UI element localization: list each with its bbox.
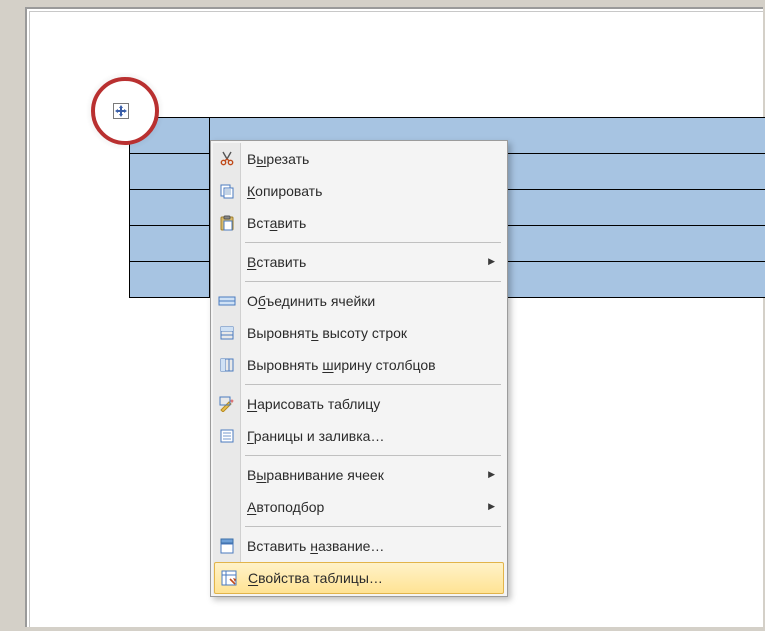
- cut-icon: [217, 149, 237, 169]
- menu-separator: [245, 384, 501, 385]
- draw-icon: [217, 394, 237, 414]
- menu-item-label: Границы и заливка…: [247, 428, 384, 444]
- menu-item-label: Автоподбор: [247, 499, 324, 515]
- menu-item-copy[interactable]: Копировать: [213, 175, 505, 207]
- menu-item-merge[interactable]: Объединить ячейки: [213, 285, 505, 317]
- table-move-handle[interactable]: [113, 103, 129, 119]
- document-page: Вырезать Копировать Вставить Вставить Объеди…: [25, 7, 763, 627]
- blank-icon: [217, 252, 237, 272]
- menu-item-caption[interactable]: Вставить название…: [213, 530, 505, 562]
- menu-separator: [245, 455, 501, 456]
- table-context-menu: Вырезать Копировать Вставить Вставить Объеди…: [210, 140, 508, 597]
- menu-item-insert[interactable]: Вставить: [213, 246, 505, 278]
- menu-item-label: Копировать: [247, 183, 322, 199]
- menu-item-dist-rows[interactable]: Выровнять высоту строк: [213, 317, 505, 349]
- borders-icon: [217, 426, 237, 446]
- blank-icon: [217, 465, 237, 485]
- menu-item-properties[interactable]: Свойства таблицы…: [214, 562, 504, 594]
- move-arrows-icon: [115, 105, 127, 117]
- copy-icon: [217, 181, 237, 201]
- dist-cols-icon: [217, 355, 237, 375]
- paste-icon: [217, 213, 237, 233]
- menu-item-paste[interactable]: Вставить: [213, 207, 505, 239]
- caption-icon: [217, 536, 237, 556]
- menu-item-label: Вставить: [247, 254, 306, 270]
- menu-separator: [245, 242, 501, 243]
- dist-rows-icon: [217, 323, 237, 343]
- menu-separator: [245, 526, 501, 527]
- menu-item-label: Выравнивание ячеек: [247, 467, 384, 483]
- menu-item-label: Нарисовать таблицу: [247, 396, 380, 412]
- properties-icon: [219, 568, 239, 588]
- blank-icon: [217, 497, 237, 517]
- menu-item-label: Выровнять высоту строк: [247, 325, 407, 341]
- menu-item-borders[interactable]: Границы и заливка…: [213, 420, 505, 452]
- menu-item-label: Объединить ячейки: [247, 293, 375, 309]
- menu-item-label: Вставить название…: [247, 538, 384, 554]
- menu-item-dist-cols[interactable]: Выровнять ширину столбцов: [213, 349, 505, 381]
- menu-item-align[interactable]: Выравнивание ячеек: [213, 459, 505, 491]
- merge-icon: [217, 291, 237, 311]
- menu-item-draw[interactable]: Нарисовать таблицу: [213, 388, 505, 420]
- menu-item-autofit[interactable]: Автоподбор: [213, 491, 505, 523]
- menu-item-label: Вставить: [247, 215, 306, 231]
- menu-separator: [245, 281, 501, 282]
- menu-item-label: Выровнять ширину столбцов: [247, 357, 436, 373]
- menu-item-cut[interactable]: Вырезать: [213, 143, 505, 175]
- menu-item-label: Вырезать: [247, 151, 309, 167]
- menu-item-label: Свойства таблицы…: [248, 570, 383, 586]
